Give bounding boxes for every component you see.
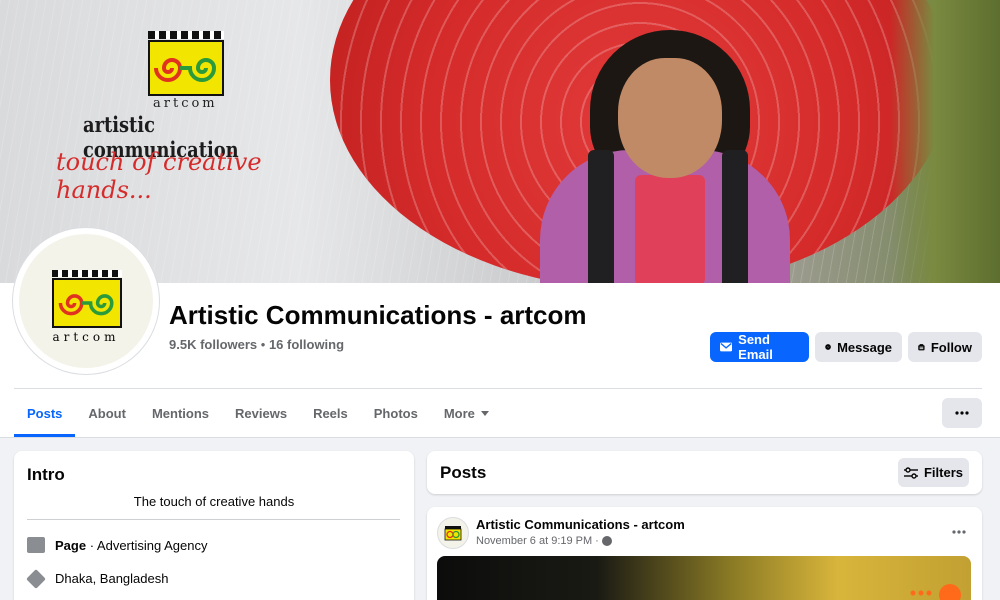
message-label: Message	[837, 339, 892, 355]
posts-title: Posts	[440, 463, 487, 482]
caret-down-icon	[480, 410, 489, 416]
messenger-icon	[825, 344, 831, 350]
post-time-separator: ·	[595, 535, 599, 547]
tab-label: Reels	[313, 405, 348, 421]
tab-label: Photos	[373, 405, 418, 421]
intro-category-row: Page · Advertising Agency	[27, 537, 208, 553]
tab-label: Posts	[27, 405, 63, 421]
cover-photo[interactable]: artcom artistic communication touch of c…	[0, 0, 1000, 283]
profile-avatar[interactable]: artcom	[13, 228, 159, 374]
swirl-icon	[154, 58, 217, 82]
filters-button[interactable]: Filters	[898, 458, 969, 487]
category-prefix: Page	[55, 537, 87, 553]
flag-icon	[27, 537, 45, 553]
envelope-icon	[720, 342, 733, 352]
intro-card: Intro The touch of creative hands Page ·…	[14, 451, 414, 600]
follow-button[interactable]: Follow	[908, 332, 982, 362]
tab-reviews[interactable]: Reviews	[222, 389, 300, 437]
clapboard-icon	[52, 270, 122, 277]
category-value[interactable]: Advertising Agency	[97, 538, 208, 553]
cover-girl-shirt	[635, 175, 705, 283]
post-card: Artistic Communications - artcom Novembe…	[427, 507, 982, 600]
cover-backpack-strap	[588, 150, 614, 283]
swirl-icon	[58, 294, 114, 316]
brand-sub-text: artcom	[153, 96, 218, 111]
sliders-icon	[903, 466, 918, 479]
tab-label: Mentions	[151, 405, 210, 421]
intro-location-row: Dhaka, Bangladesh	[26, 568, 168, 589]
clapboard-icon	[148, 31, 224, 39]
cover-moss	[890, 0, 1000, 283]
location-value[interactable]: Dhaka, Bangladesh	[55, 571, 168, 586]
follow-label: Follow	[930, 339, 972, 355]
intro-category-text: Page · Advertising Agency	[55, 537, 208, 553]
following-count[interactable]: 16 following	[269, 337, 344, 352]
tab-reels[interactable]: Reels	[300, 389, 361, 437]
send-email-button[interactable]: Send Email	[710, 332, 809, 362]
message-button[interactable]: Message	[815, 332, 902, 362]
media-dots-decoration	[909, 590, 933, 596]
brand-tagline-text: touch of creative hands...	[56, 148, 262, 204]
followers-count[interactable]: 9.5K followers	[169, 337, 257, 352]
stats-separator: •	[260, 337, 269, 352]
page-stats: 9.5K followers • 16 following	[169, 337, 344, 352]
post-media[interactable]	[437, 556, 971, 600]
page-title: Artistic Communications - artcom	[169, 300, 587, 330]
intro-bio: The touch of creative hands	[133, 494, 295, 509]
post-author-avatar[interactable]	[437, 517, 469, 549]
tab-label: More	[443, 405, 475, 421]
post-author-name[interactable]: Artistic Communications - artcom	[476, 517, 685, 532]
profile-tabs: Posts About Mentions Reviews Reels Photo…	[14, 389, 502, 437]
send-email-label: Send Email	[738, 332, 773, 362]
post-time-text: November 6 at 9:19 PM	[476, 535, 593, 547]
globe-icon	[601, 536, 612, 546]
tab-about[interactable]: About	[75, 389, 139, 437]
posts-header-card: Posts Filters	[427, 451, 982, 494]
filters-label: Filters	[923, 465, 963, 480]
media-circle-decoration	[939, 584, 961, 600]
ellipsis-icon	[955, 411, 969, 415]
location-icon	[26, 568, 46, 589]
artcom-logo-mark	[52, 278, 122, 328]
cover-backpack-strap	[722, 150, 748, 283]
artcom-logo-mark	[444, 526, 462, 541]
tab-photos[interactable]: Photos	[361, 389, 431, 437]
follow-icon	[918, 343, 925, 350]
post-options-button[interactable]	[952, 521, 966, 537]
tab-label: About	[88, 405, 126, 421]
artcom-logo-mark	[148, 40, 224, 96]
tab-label: Reviews	[235, 405, 288, 421]
tab-posts[interactable]: Posts	[14, 389, 76, 437]
avatar-brand-text: artcom	[52, 330, 120, 344]
ellipsis-icon	[952, 530, 966, 534]
intro-divider	[27, 519, 400, 520]
cover-girl-face	[618, 58, 722, 178]
more-options-button[interactable]	[942, 398, 982, 428]
post-timestamp[interactable]: November 6 at 9:19 PM ·	[476, 535, 612, 547]
cover-brand-logo: artcom artistic communication touch of c…	[28, 16, 348, 204]
tab-mentions[interactable]: Mentions	[139, 389, 222, 437]
tab-more[interactable]: More	[431, 389, 502, 437]
intro-title: Intro	[27, 465, 65, 484]
